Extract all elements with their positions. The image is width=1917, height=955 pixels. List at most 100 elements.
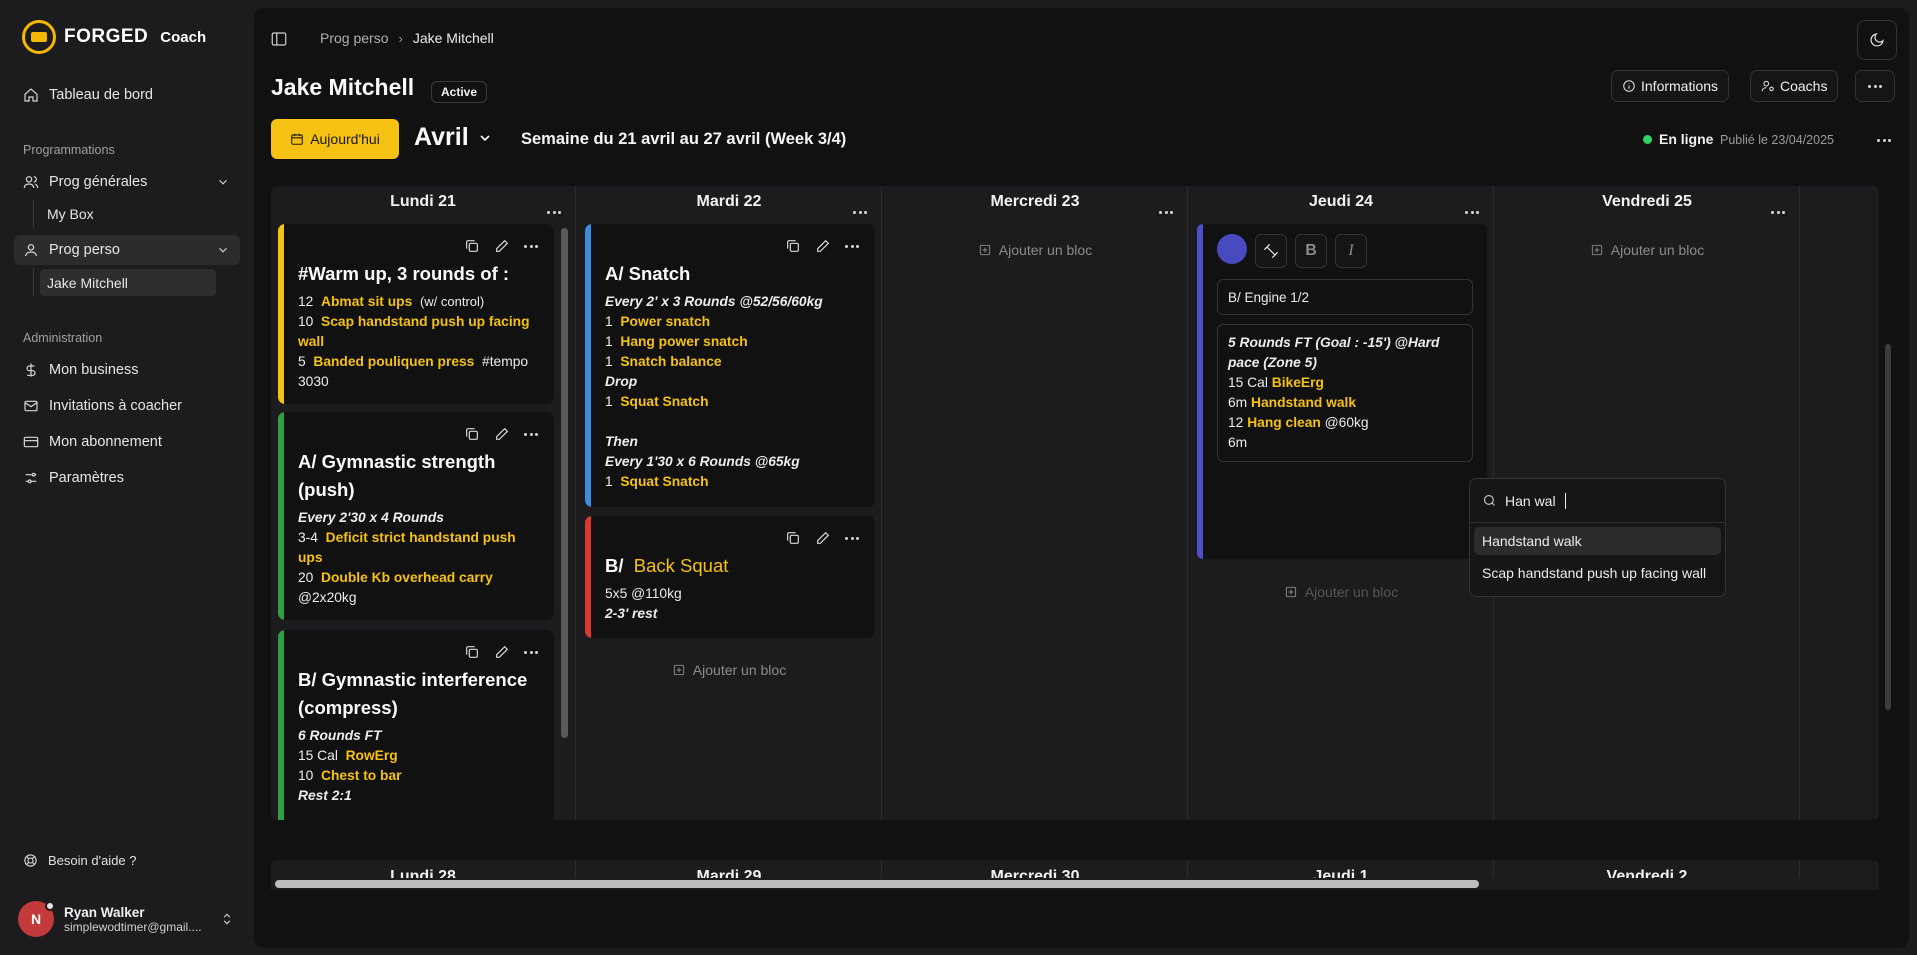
copy-icon[interactable] (464, 426, 480, 442)
column-scrollbar[interactable] (561, 228, 568, 738)
sidebar: FORGED Coach Tableau de bord Programmati… (0, 0, 254, 955)
card-actions (464, 238, 538, 254)
more-horizontal-icon[interactable] (524, 650, 538, 654)
day-more-button[interactable] (853, 201, 867, 219)
today-label: Aujourd'hui (310, 131, 380, 147)
week-more-button[interactable] (1877, 129, 1891, 147)
sidebar-item-prog-generales[interactable]: Prog générales (14, 167, 240, 197)
chevron-down-icon[interactable] (216, 175, 230, 189)
avatar: N (18, 901, 55, 937)
add-block-button[interactable]: Ajouter un bloc (883, 242, 1187, 258)
card-title: B/ Gymnastic interference (compress) (298, 669, 528, 718)
block-content-editor[interactable]: 5 Rounds FT (Goal : -15') @Hard pace (Zo… (1217, 324, 1473, 462)
italic-button[interactable]: I (1335, 234, 1367, 268)
add-block-button[interactable]: Ajouter un bloc (1189, 584, 1493, 600)
more-horizontal-icon[interactable] (524, 432, 538, 436)
more-options-button[interactable] (1855, 70, 1895, 102)
sidebar-item-business[interactable]: Mon business (14, 355, 240, 385)
edit-icon[interactable] (815, 530, 831, 546)
exercise-option[interactable]: Scap handstand push up facing wall (1474, 559, 1721, 587)
breadcrumb-parent[interactable]: Prog perso (320, 30, 388, 46)
sidebar-item-label: Prog générales (49, 174, 148, 190)
sidebar-item-label: Mon business (49, 362, 139, 378)
published-date: Publié le 23/04/2025 (1720, 133, 1834, 147)
page-title: Jake Mitchell (271, 74, 415, 100)
exercise-link-button[interactable] (1255, 234, 1287, 268)
edit-icon[interactable] (494, 238, 510, 254)
breadcrumb-current: Jake Mitchell (412, 30, 494, 46)
month-label: Avril (414, 123, 469, 151)
page-scrollbar[interactable] (1885, 344, 1891, 710)
more-horizontal-icon[interactable] (524, 244, 538, 248)
plus-square-icon (673, 664, 684, 676)
color-picker-button[interactable] (1217, 234, 1247, 264)
copy-icon[interactable] (785, 530, 801, 546)
sidebar-item-label: Mon abonnement (49, 434, 162, 450)
day-more-button[interactable] (1159, 201, 1173, 219)
more-horizontal-icon (1465, 211, 1479, 214)
sidebar-item-subscription[interactable]: Mon abonnement (14, 427, 240, 457)
search-icon (1483, 494, 1495, 506)
chevron-down-icon[interactable] (216, 243, 230, 257)
sidebar-item-label: Paramètres (49, 470, 124, 486)
horizontal-scrollbar[interactable] (271, 878, 1879, 890)
day-more-button[interactable] (1465, 201, 1479, 219)
add-block-label: Ajouter un bloc (692, 662, 787, 678)
day-more-button[interactable] (1771, 201, 1785, 219)
sidebar-item-label: My Box (47, 205, 94, 222)
edit-icon[interactable] (494, 644, 510, 660)
informations-button[interactable]: Informations (1611, 70, 1730, 102)
workout-card[interactable]: #Warm up, 3 rounds of : 12 Abmat sit ups… (278, 224, 554, 404)
theme-toggle-button[interactable] (1857, 20, 1897, 60)
more-horizontal-icon[interactable] (845, 536, 859, 540)
sidebar-item-my-box[interactable]: My Box (40, 200, 216, 227)
exercise-option[interactable]: Handstand walk (1474, 527, 1721, 555)
bold-icon: B (1305, 242, 1317, 259)
copy-icon[interactable] (464, 644, 480, 660)
online-status[interactable]: En ligne (1643, 131, 1713, 147)
exercise-search-input[interactable]: Han wal (1470, 479, 1725, 523)
add-block-button[interactable]: Ajouter un bloc (1495, 242, 1799, 258)
card-actions (785, 238, 859, 254)
day-column-monday: Lundi 21 #Warm up, 3 rounds of : 12 Abma… (271, 186, 576, 820)
block-title-input[interactable]: B/ Engine 1/2 (1217, 279, 1473, 315)
user-menu[interactable]: N Ryan Walker simplewodtimer@gmail.... (18, 899, 234, 939)
card-title: A/ Snatch (605, 263, 691, 284)
copy-icon[interactable] (464, 238, 480, 254)
workout-card[interactable]: B/ Back Squat 5x5 @110kg 2-3' rest (585, 516, 875, 638)
copy-icon[interactable] (785, 238, 801, 254)
mail-icon (23, 398, 39, 414)
day-header: Mercredi 23 (990, 193, 1080, 210)
block-editor: B I B/ Engine 1/2 5 Rounds FT (Goal : -1… (1197, 224, 1487, 559)
workout-card[interactable]: A/ Gymnastic strength (push) Every 2'30 … (278, 412, 554, 620)
sidebar-item-jake-mitchell[interactable]: Jake Mitchell (40, 269, 216, 296)
help-link[interactable]: Besoin d'aide ? (23, 853, 137, 868)
more-horizontal-icon[interactable] (845, 244, 859, 248)
sidebar-item-settings[interactable]: Paramètres (14, 463, 240, 493)
chevrons-up-down-icon (220, 911, 234, 932)
bold-button[interactable]: B (1295, 234, 1327, 268)
workout-card[interactable]: B/ Gymnastic interference (compress) 6 R… (278, 630, 554, 820)
add-block-button[interactable]: Ajouter un bloc (577, 662, 881, 678)
workout-card[interactable]: A/ Snatch Every 2' x 3 Rounds @52/56/60k… (585, 224, 875, 507)
sidebar-item-prog-perso[interactable]: Prog perso (14, 235, 240, 265)
tree-line (33, 200, 34, 228)
brand[interactable]: FORGED Coach (22, 20, 206, 54)
edit-icon[interactable] (494, 426, 510, 442)
day-column-tuesday: Mardi 22 A/ Snatch Every 2' x 3 Rounds @… (577, 186, 882, 820)
sidebar-item-invites[interactable]: Invitations à coacher (14, 391, 240, 421)
sidebar-item-label: Jake Mitchell (47, 274, 128, 291)
sidebar-item-dashboard[interactable]: Tableau de bord (14, 80, 240, 110)
sidebar-item-label: Invitations à coacher (49, 398, 182, 414)
today-button[interactable]: Aujourd'hui (271, 119, 399, 159)
section-administration: Administration (23, 331, 103, 345)
day-more-button[interactable] (547, 201, 561, 219)
home-icon (23, 87, 39, 103)
calendar-icon (291, 133, 303, 145)
month-selector[interactable]: Avril (414, 123, 493, 152)
coachs-button[interactable]: Coachs (1750, 70, 1839, 102)
sidebar-toggle-icon[interactable] (270, 30, 288, 53)
sliders-icon (23, 470, 39, 486)
sidebar-item-label: Tableau de bord (49, 87, 153, 103)
edit-icon[interactable] (815, 238, 831, 254)
